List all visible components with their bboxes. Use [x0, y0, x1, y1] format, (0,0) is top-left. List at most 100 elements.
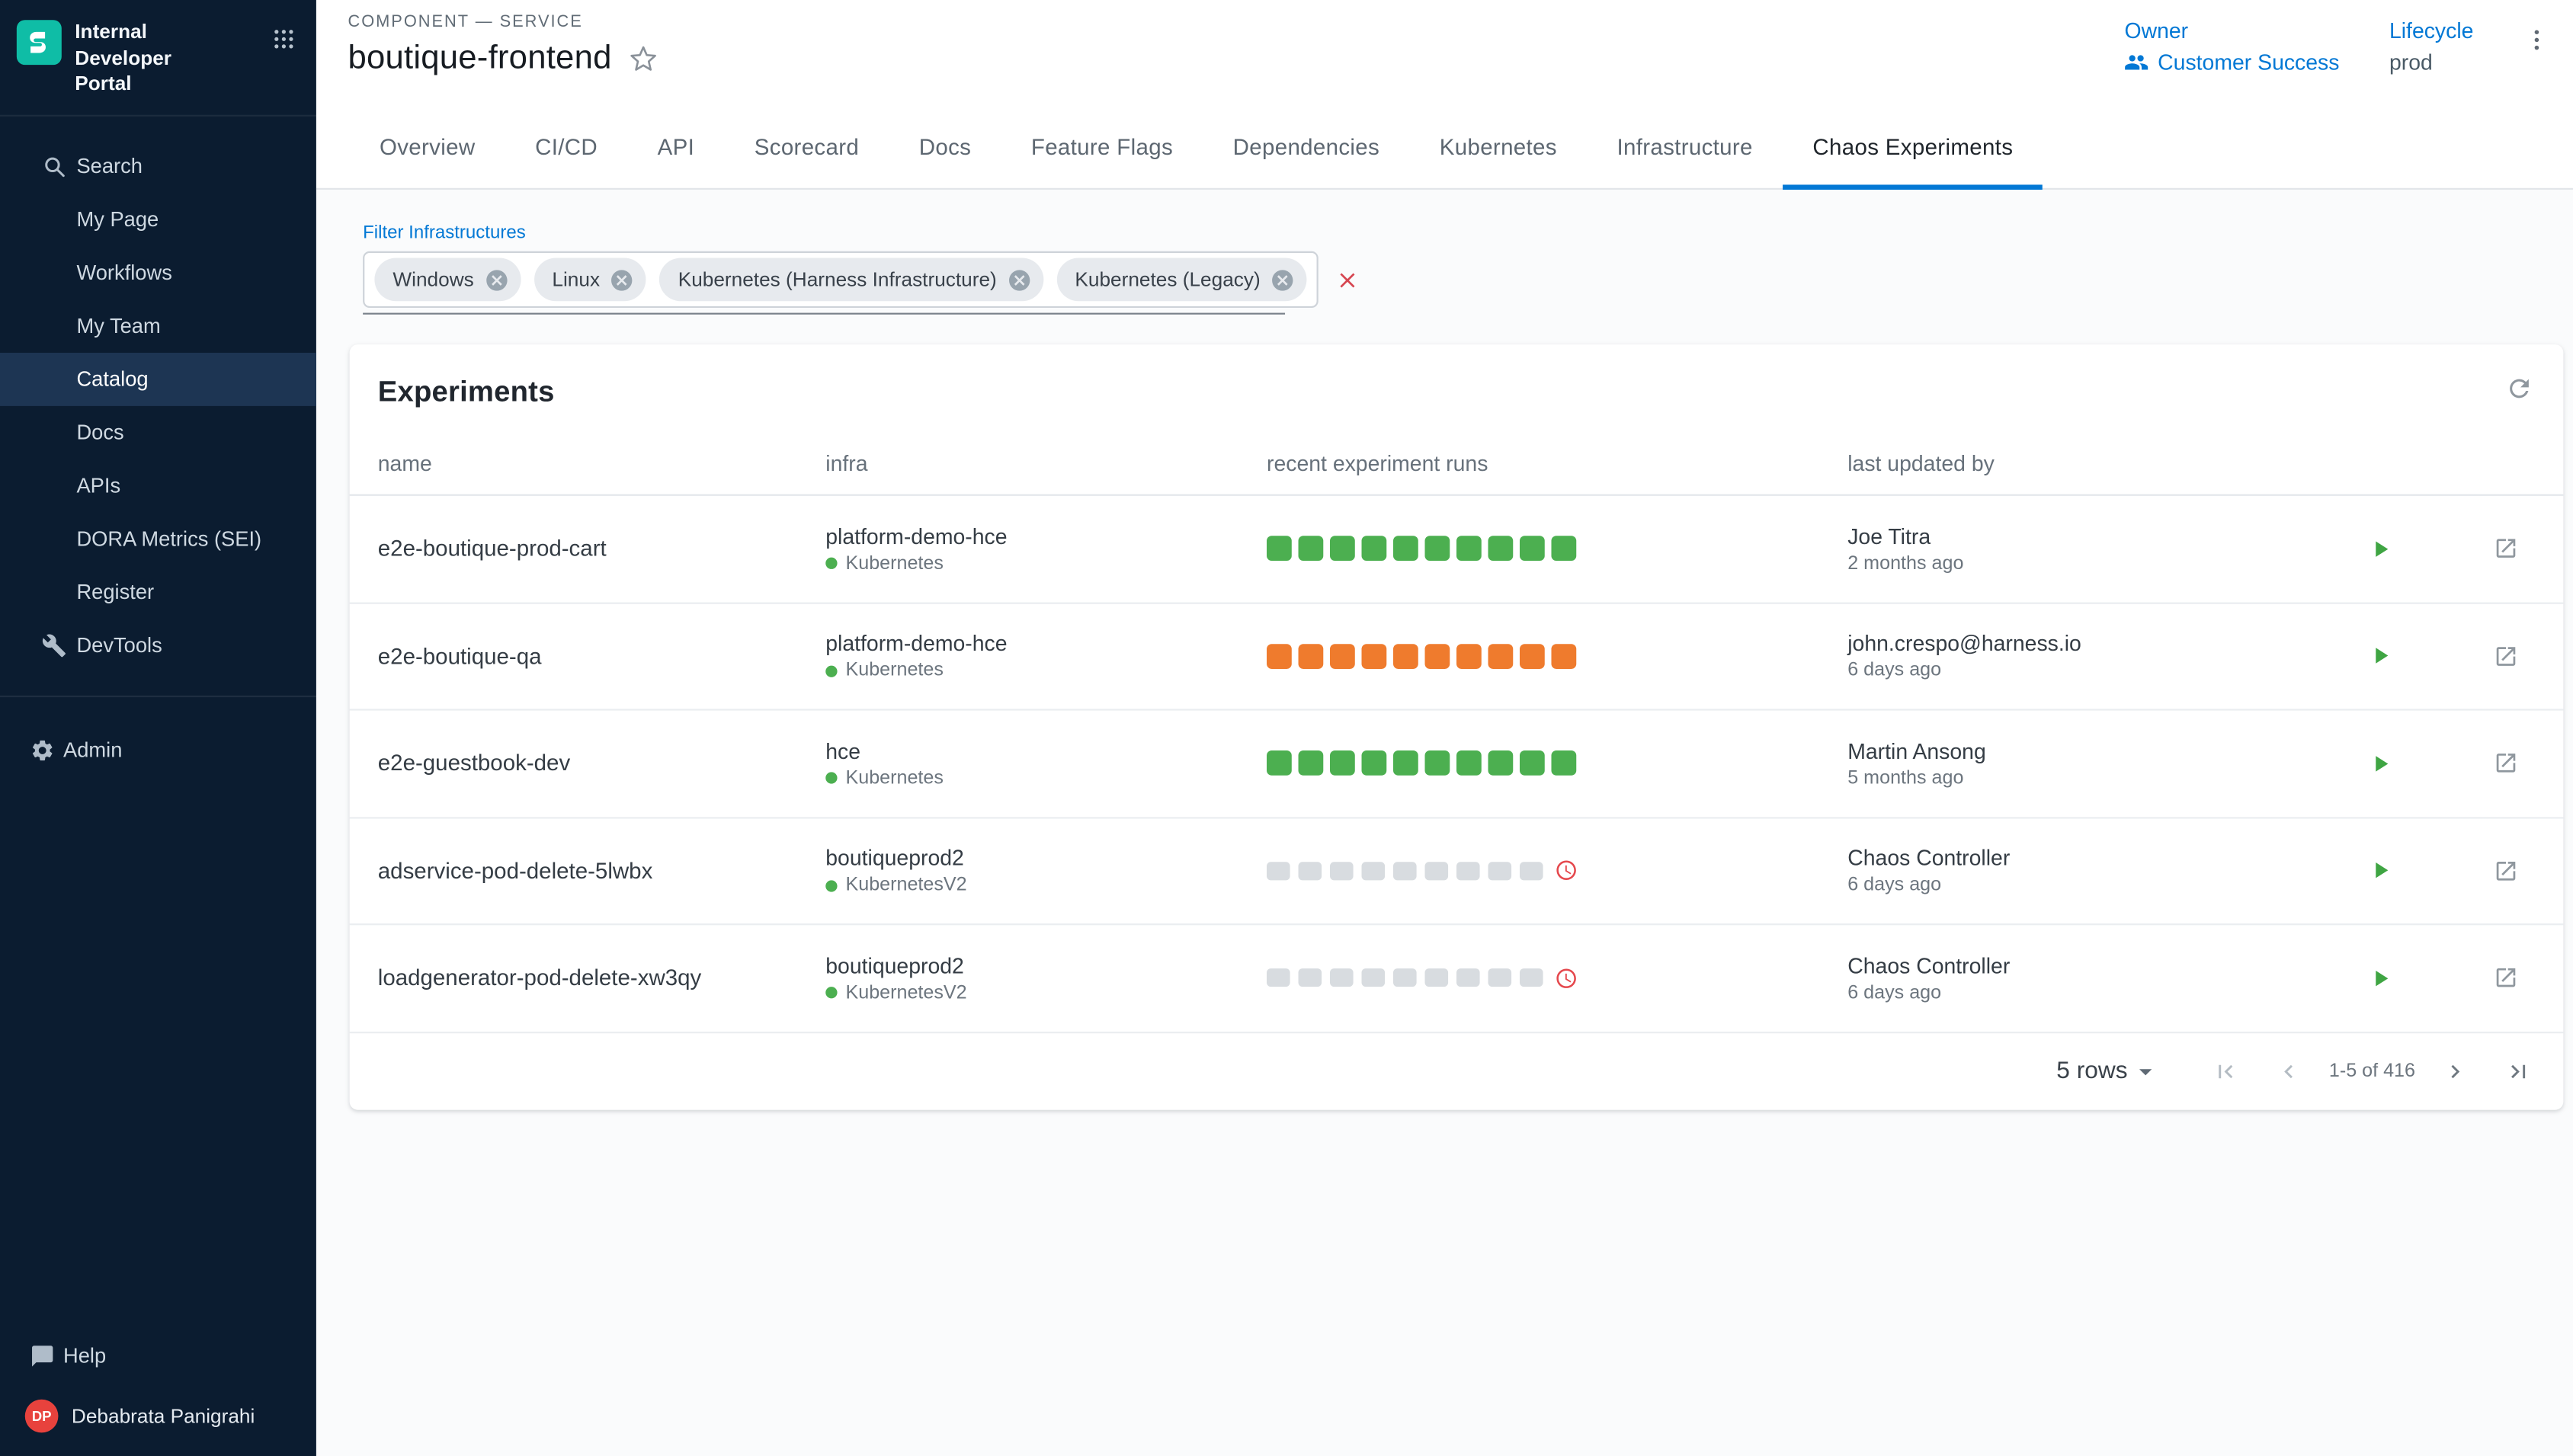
chip-remove-icon[interactable] — [610, 267, 635, 293]
sidebar-item-apis[interactable]: APIs — [0, 459, 316, 512]
run-status-square[interactable] — [1267, 862, 1290, 880]
run-status-square[interactable] — [1488, 644, 1513, 669]
open-in-new-icon[interactable] — [2494, 536, 2519, 562]
run-status-square[interactable] — [1299, 536, 1324, 562]
sidebar-item-dora-metrics[interactable]: DORA Metrics (SEI) — [0, 512, 316, 565]
run-status-square[interactable] — [1520, 644, 1545, 669]
help-button[interactable]: Help — [0, 1330, 316, 1383]
run-status-square[interactable] — [1456, 862, 1480, 880]
sidebar-item-register[interactable]: Register — [0, 565, 316, 619]
sidebar-item-my-team[interactable]: My Team — [0, 299, 316, 353]
app-logo[interactable]: Internal Developer Portal — [0, 0, 316, 116]
run-status-square[interactable] — [1330, 644, 1355, 669]
sidebar-item-devtools[interactable]: DevTools — [0, 619, 316, 672]
tab-api[interactable]: API — [627, 107, 724, 188]
run-status-square[interactable] — [1456, 536, 1482, 562]
run-status-square[interactable] — [1362, 536, 1387, 562]
open-in-new-icon[interactable] — [2494, 751, 2519, 776]
run-experiment-button[interactable] — [2367, 643, 2394, 670]
sidebar-item-workflows[interactable]: Workflows — [0, 246, 316, 299]
run-status-square[interactable] — [1330, 969, 1354, 987]
run-status-square[interactable] — [1520, 969, 1543, 987]
run-experiment-button[interactable] — [2367, 965, 2394, 991]
run-status-square[interactable] — [1393, 862, 1417, 880]
run-status-square[interactable] — [1425, 862, 1449, 880]
filter-chip-kubernetes-harness[interactable]: Kubernetes (Harness Infrastructure) — [660, 258, 1043, 302]
run-status-square[interactable] — [1362, 751, 1387, 776]
run-status-square[interactable] — [1267, 751, 1292, 776]
run-status-square[interactable] — [1551, 751, 1576, 776]
run-status-square[interactable] — [1362, 862, 1386, 880]
owner-link[interactable]: Customer Success — [2125, 50, 2340, 75]
rows-per-page-select[interactable]: 5 rows — [2056, 1056, 2161, 1086]
next-page-button[interactable] — [2442, 1058, 2469, 1084]
sidebar-item-my-page[interactable]: My Page — [0, 193, 316, 246]
tab-infrastructure[interactable]: Infrastructure — [1587, 107, 1783, 188]
chip-remove-icon[interactable] — [484, 267, 509, 293]
open-in-new-icon[interactable] — [2494, 858, 2519, 883]
sidebar-item-docs[interactable]: Docs — [0, 405, 316, 459]
run-status-square[interactable] — [1362, 969, 1386, 987]
clear-filters-icon[interactable] — [1335, 267, 1360, 293]
run-status-square[interactable] — [1488, 862, 1511, 880]
user-profile[interactable]: DP Debabrata Panigrahi — [0, 1383, 316, 1446]
run-status-square[interactable] — [1393, 751, 1418, 776]
run-status-square[interactable] — [1425, 644, 1450, 669]
filter-chip-kubernetes-legacy[interactable]: Kubernetes (Legacy) — [1056, 258, 1306, 302]
run-status-square[interactable] — [1520, 862, 1543, 880]
run-status-square[interactable] — [1425, 536, 1450, 562]
run-status-square[interactable] — [1330, 536, 1355, 562]
run-status-square[interactable] — [1267, 536, 1292, 562]
run-status-square[interactable] — [1520, 536, 1545, 562]
tab-cicd[interactable]: CI/CD — [505, 107, 628, 188]
tab-feature-flags[interactable]: Feature Flags — [1001, 107, 1203, 188]
run-status-square[interactable] — [1551, 536, 1576, 562]
tab-docs[interactable]: Docs — [889, 107, 1001, 188]
run-status-square[interactable] — [1299, 644, 1324, 669]
tab-scorecard[interactable]: Scorecard — [724, 107, 889, 188]
run-status-square[interactable] — [1520, 751, 1545, 776]
first-page-button[interactable] — [2213, 1058, 2239, 1084]
run-status-square[interactable] — [1551, 644, 1576, 669]
run-status-square[interactable] — [1425, 751, 1450, 776]
run-status-square[interactable] — [1299, 969, 1322, 987]
run-status-square[interactable] — [1425, 969, 1449, 987]
filter-chip-linux[interactable]: Linux — [534, 258, 646, 302]
sidebar-item-admin[interactable]: Admin — [0, 724, 316, 777]
sidebar-item-catalog[interactable]: Catalog — [0, 353, 316, 406]
run-status-square[interactable] — [1456, 969, 1480, 987]
run-status-square[interactable] — [1456, 644, 1482, 669]
run-status-square[interactable] — [1330, 751, 1355, 776]
run-experiment-button[interactable] — [2367, 857, 2394, 884]
sidebar-item-search[interactable]: Search — [0, 139, 316, 193]
previous-page-button[interactable] — [2276, 1058, 2302, 1084]
chip-remove-icon[interactable] — [1007, 267, 1032, 293]
infrastructure-filter-input[interactable]: Windows Linux Kubernetes (Harness Infras… — [363, 251, 1285, 315]
run-status-square[interactable] — [1299, 751, 1324, 776]
filter-infrastructures-label[interactable]: Filter Infrastructures — [363, 223, 526, 243]
run-status-square[interactable] — [1267, 644, 1292, 669]
filter-chips-box[interactable]: Windows Linux Kubernetes (Harness Infras… — [363, 251, 1319, 308]
run-status-square[interactable] — [1456, 751, 1482, 776]
run-status-square[interactable] — [1488, 751, 1513, 776]
run-experiment-button[interactable] — [2367, 750, 2394, 776]
run-status-square[interactable] — [1488, 536, 1513, 562]
tab-chaos-experiments[interactable]: Chaos Experiments — [1783, 107, 2043, 188]
filter-chip-windows[interactable]: Windows — [374, 258, 521, 302]
run-status-square[interactable] — [1362, 644, 1387, 669]
open-in-new-icon[interactable] — [2494, 965, 2519, 990]
chip-remove-icon[interactable] — [1270, 267, 1296, 293]
owner-label[interactable]: Owner — [2125, 18, 2340, 43]
tab-kubernetes[interactable]: Kubernetes — [1409, 107, 1587, 188]
refresh-icon[interactable] — [2505, 374, 2533, 402]
favorite-star-icon[interactable] — [628, 45, 656, 73]
tab-dependencies[interactable]: Dependencies — [1203, 107, 1409, 188]
run-status-square[interactable] — [1393, 536, 1418, 562]
run-status-square[interactable] — [1330, 862, 1354, 880]
last-page-button[interactable] — [2505, 1058, 2532, 1084]
apps-grid-icon[interactable] — [271, 27, 296, 52]
kebab-menu-icon[interactable] — [2523, 25, 2550, 55]
run-status-square[interactable] — [1488, 969, 1511, 987]
run-status-square[interactable] — [1299, 862, 1322, 880]
open-in-new-icon[interactable] — [2494, 644, 2519, 669]
